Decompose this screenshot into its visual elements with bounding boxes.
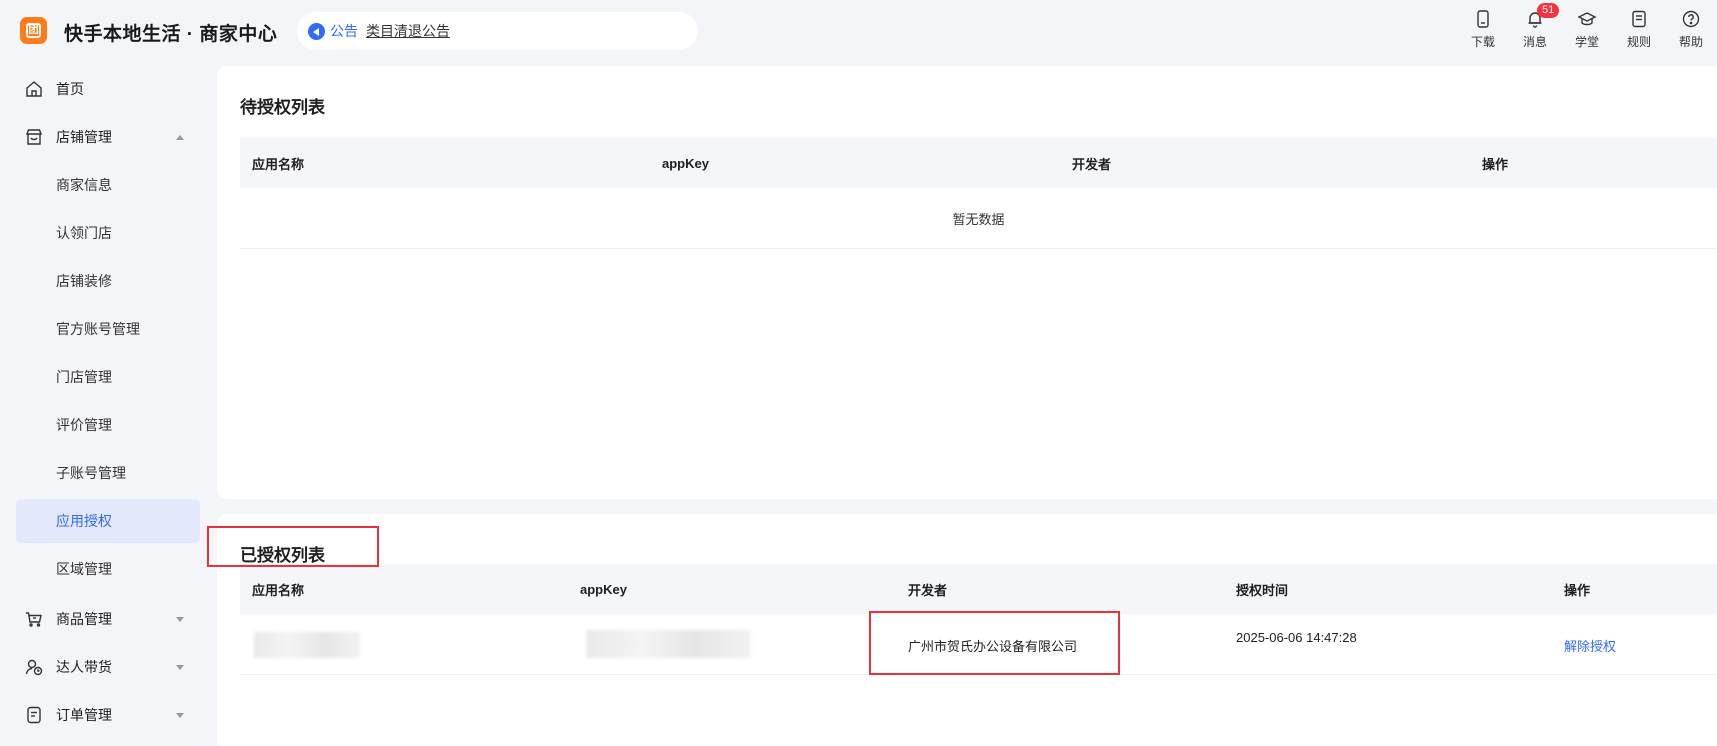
academy-label: 学堂 (1574, 35, 1599, 49)
app-logo[interactable]: 团 (20, 17, 47, 44)
chevron-down-icon (176, 664, 184, 670)
column-header: 开发者 (1072, 156, 1112, 172)
sidebar-subitem-label: 区域管理 (56, 561, 112, 577)
rules-button[interactable]: 规则 (1613, 9, 1665, 50)
column-header: appKey (580, 581, 627, 597)
redacted-app-key (586, 630, 751, 658)
sidebar-subitem-region-management[interactable]: 区域管理 (16, 547, 200, 591)
rules-label: 规则 (1626, 35, 1651, 49)
store-icon (25, 129, 43, 145)
sidebar-subitem-sub-accounts[interactable]: 子账号管理 (16, 451, 200, 495)
annotation-box-title (207, 526, 379, 567)
sidebar-subitem-label: 应用授权 (56, 513, 112, 529)
pending-list-title: 待授权列表 (240, 98, 325, 117)
auth-time: 2025-06-06 14:47:28 (1236, 630, 1357, 645)
column-header: 操作 (1482, 156, 1509, 172)
chevron-down-icon (176, 712, 184, 718)
sidebar-subitem-label: 评价管理 (56, 417, 112, 433)
cart-icon (26, 612, 42, 627)
announcement-icon (308, 22, 325, 40)
column-header: 授权时间 (1236, 582, 1289, 598)
table-header: 应用名称 appKey 开发者 操作 (240, 138, 1717, 188)
sidebar-subitem-label: 认领门店 (56, 225, 112, 241)
help-button[interactable]: 帮助 (1665, 9, 1717, 50)
logo-glyph: 团 (26, 23, 41, 38)
sidebar-subitem-claim-store[interactable]: 认领门店 (16, 211, 200, 255)
document-icon (1632, 10, 1646, 28)
column-header: appKey (662, 155, 709, 171)
download-icon (1477, 10, 1489, 28)
sidebar-item-orders[interactable]: 订单管理 (16, 693, 200, 737)
sidebar-subitem-label: 店铺装修 (56, 273, 112, 289)
column-header: 操作 (1564, 582, 1591, 598)
column-header: 开发者 (908, 582, 948, 598)
sidebar-subitem-label: 商家信息 (56, 177, 112, 193)
sidebar-item-label: 订单管理 (56, 707, 112, 723)
home-icon (26, 81, 42, 97)
sidebar-item-store[interactable]: 店铺管理 (16, 115, 200, 159)
sidebar-subitem-merchant-info[interactable]: 商家信息 (16, 163, 200, 207)
brand-title: 快手本地生活 · 商家中心 (64, 24, 278, 45)
sidebar-subitem-store-management[interactable]: 门店管理 (16, 355, 200, 399)
sidebar-subitem-app-authorization[interactable]: 应用授权 (16, 499, 200, 543)
column-header: 应用名称 (252, 156, 305, 172)
help-icon (1682, 10, 1700, 28)
table-header: 应用名称 appKey 开发者 授权时间 操作 (240, 564, 1717, 614)
download-label: 下载 (1470, 35, 1495, 49)
annotation-box-developer (869, 611, 1120, 675)
help-label: 帮助 (1678, 35, 1703, 49)
messages-label: 消息 (1522, 35, 1547, 49)
sidebar-item-influencer[interactable]: 达人带货 (16, 645, 200, 689)
sidebar-subitem-reviews[interactable]: 评价管理 (16, 403, 200, 447)
empty-state: 暂无数据 (240, 188, 1717, 249)
messages-button[interactable]: 51 消息 (1509, 3, 1561, 50)
redacted-app-name (254, 632, 360, 658)
sidebar-subitem-store-decoration[interactable]: 店铺装修 (16, 259, 200, 303)
top-header: 团 快手本地生活 · 商家中心 公告 类目清退公告 下载 51 消息 学堂 规则… (0, 0, 1717, 62)
header-toolbar: 下载 51 消息 学堂 规则 帮助 (1457, 3, 1717, 50)
pending-table: 应用名称 appKey 开发者 操作 暂无数据 (240, 138, 1717, 249)
chevron-down-icon (176, 616, 184, 622)
sidebar-item-label: 商品管理 (56, 611, 112, 627)
message-count-badge: 51 (1537, 3, 1560, 18)
download-button[interactable]: 下载 (1457, 9, 1509, 50)
graduation-cap-icon (1577, 12, 1597, 26)
sidebar-subitem-label: 子账号管理 (56, 465, 126, 481)
sidebar: 首页 店铺管理 商家信息 认领门店 店铺装修 官方账号管理 门店管理 评价管理 … (0, 62, 210, 746)
sidebar-item-label: 店铺管理 (56, 129, 112, 145)
sidebar-item-label: 首页 (56, 81, 84, 97)
sidebar-item-home[interactable]: 首页 (16, 67, 200, 111)
user-icon (25, 659, 43, 676)
notice-link[interactable]: 类目清退公告 (366, 21, 450, 41)
sidebar-subitem-label: 门店管理 (56, 369, 112, 385)
order-icon (27, 706, 41, 724)
sidebar-item-label: 达人带货 (56, 659, 112, 675)
notice-label: 公告 (330, 23, 358, 39)
academy-button[interactable]: 学堂 (1561, 9, 1613, 50)
sidebar-item-goods[interactable]: 商品管理 (16, 597, 200, 641)
notice-bar[interactable]: 公告 类目清退公告 (297, 12, 698, 50)
sidebar-subitem-label: 官方账号管理 (56, 321, 140, 337)
revoke-authorization-link[interactable]: 解除授权 (1564, 636, 1616, 655)
sidebar-subitem-official-account[interactable]: 官方账号管理 (16, 307, 200, 351)
chevron-up-icon (176, 134, 184, 140)
pending-list-card: 待授权列表 应用名称 appKey 开发者 操作 暂无数据 (217, 66, 1717, 499)
column-header: 应用名称 (252, 582, 305, 598)
